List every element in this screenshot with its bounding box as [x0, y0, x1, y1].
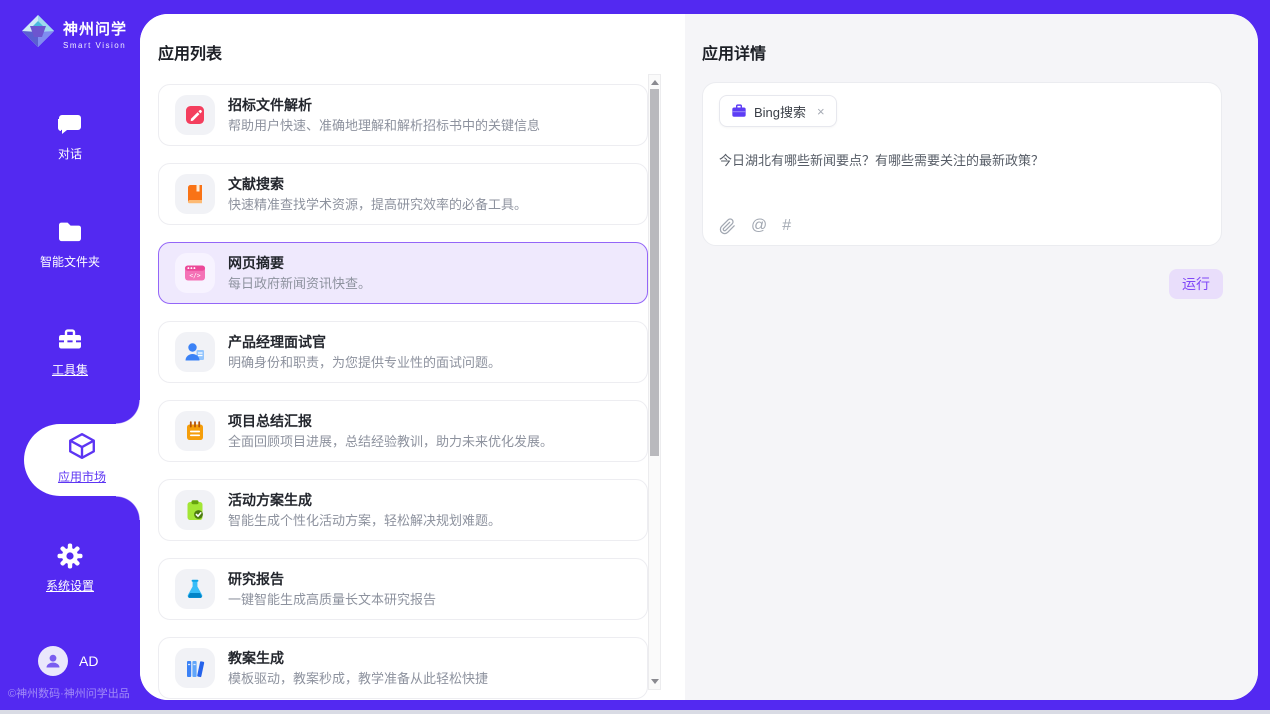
books-icon	[175, 648, 215, 688]
app-card-desc: 帮助用户快速、准确地理解和解析招标书中的关键信息	[228, 118, 540, 134]
app-card-project-summary[interactable]: 项目总结汇报 全面回顾项目进展，总结经验教训，助力未来优化发展。	[158, 400, 648, 462]
scroll-down-icon[interactable]	[651, 679, 659, 684]
app-card-desc: 模板驱动，教案秒成，教学准备从此轻松快捷	[228, 671, 488, 687]
research-icon	[175, 569, 215, 609]
app-card-event-plan[interactable]: 活动方案生成 智能生成个性化活动方案，轻松解决规划难题。	[158, 479, 648, 541]
app-card-title: 项目总结汇报	[228, 413, 553, 430]
user-label: AD	[79, 653, 98, 669]
doc-edit-icon	[175, 95, 215, 135]
app-card-title: 产品经理面试官	[228, 334, 501, 351]
at-icon[interactable]: @	[751, 216, 767, 236]
browser-code-icon: </>	[175, 253, 215, 293]
avatar	[38, 646, 68, 676]
sidebar-item-toolset[interactable]: 工具集	[0, 326, 140, 378]
app-list-title: 应用列表	[158, 40, 222, 64]
gear-icon	[0, 542, 140, 572]
sidebar-item-app-market[interactable]: 应用市场	[24, 424, 140, 496]
toolbox-icon	[0, 326, 140, 356]
run-button[interactable]: 运行	[1169, 269, 1223, 299]
app-card-desc: 快速精准查找学术资源，提高研究效率的必备工具。	[228, 197, 527, 213]
brand-name: 神州问学	[63, 18, 127, 39]
composer-toolbar: @ #	[719, 216, 791, 236]
app-card-title: 网页摘要	[228, 255, 371, 272]
sidebar-item-label: 对话	[0, 145, 140, 162]
app-card-desc: 每日政府新闻资讯快查。	[228, 276, 371, 292]
brand: 神州问学 Smart Vision	[20, 13, 127, 54]
app-detail-panel: 应用详情 Bing搜索 × 今日湖北有哪些新闻要点？有哪些需要关注的最新政策？	[685, 14, 1258, 700]
app-detail-title: 应用详情	[702, 40, 766, 64]
app-card-lesson-plan[interactable]: 教案生成 模板驱动，教案秒成，教学准备从此轻松快捷	[158, 637, 648, 699]
notepad-icon	[175, 411, 215, 451]
user-account[interactable]: AD	[38, 646, 98, 676]
copyright-text: ©神州数码·神州问学出品	[8, 685, 130, 701]
scrollbar[interactable]	[648, 74, 661, 690]
folder-icon	[0, 218, 140, 248]
app-card-desc: 智能生成个性化活动方案，轻松解决规划难题。	[228, 513, 501, 529]
hash-icon[interactable]: #	[782, 216, 791, 236]
app-card-desc: 全面回顾项目进展，总结经验教训，助力未来优化发展。	[228, 434, 553, 450]
sidebar-item-chat[interactable]: 对话	[0, 110, 140, 162]
app-card-pm-interviewer[interactable]: 产品经理面试官 明确身份和职责，为您提供专业性的面试问题。	[158, 321, 648, 383]
briefcase-icon	[731, 103, 747, 119]
sidebar: 神州问学 Smart Vision 对话 智能文件夹	[0, 0, 140, 714]
close-icon[interactable]: ×	[817, 104, 825, 119]
sidebar-item-label: 系统设置	[0, 577, 140, 594]
tool-chip-bing-search[interactable]: Bing搜索 ×	[719, 95, 837, 127]
sidebar-item-smart-folder[interactable]: 智能文件夹	[0, 218, 140, 270]
app-card-research-report[interactable]: 研究报告 一键智能生成高质量长文本研究报告	[158, 558, 648, 620]
bubble-fillet-bottom	[116, 496, 140, 520]
brand-subtitle: Smart Vision	[63, 41, 127, 50]
prompt-input-card[interactable]: Bing搜索 × 今日湖北有哪些新闻要点？有哪些需要关注的最新政策？ @ #	[702, 82, 1222, 246]
app-card-title: 研究报告	[228, 571, 436, 588]
paperclip-icon[interactable]	[719, 218, 736, 235]
app-card-title: 文献搜索	[228, 176, 527, 193]
clipboard-check-icon	[175, 490, 215, 530]
scroll-up-icon[interactable]	[651, 80, 659, 85]
interviewer-icon	[175, 332, 215, 372]
app-window: 神州问学 Smart Vision 对话 智能文件夹	[0, 0, 1270, 714]
main-container: 应用列表 招标文件解析 帮助用户快速、准确地理解和解析招标书中的关键信息	[140, 14, 1258, 700]
query-text[interactable]: 今日湖北有哪些新闻要点？有哪些需要关注的最新政策？	[719, 152, 1205, 170]
user-icon	[44, 652, 62, 670]
sidebar-item-label: 智能文件夹	[0, 253, 140, 270]
app-list-panel: 应用列表 招标文件解析 帮助用户快速、准确地理解和解析招标书中的关键信息	[140, 14, 685, 700]
book-icon	[175, 174, 215, 214]
tool-chip-label: Bing搜索	[754, 102, 806, 121]
app-card-title: 招标文件解析	[228, 97, 540, 114]
cube-icon	[67, 448, 97, 465]
app-card-desc: 明确身份和职责，为您提供专业性的面试问题。	[228, 355, 501, 371]
chat-icon	[0, 110, 140, 140]
app-card-bid-doc-parse[interactable]: 招标文件解析 帮助用户快速、准确地理解和解析招标书中的关键信息	[158, 84, 648, 146]
scrollbar-thumb[interactable]	[650, 89, 659, 456]
sidebar-item-label: 工具集	[0, 361, 140, 378]
svg-text:</>: </>	[189, 273, 200, 280]
brand-logo-icon	[20, 13, 56, 54]
window-bottom-edge	[0, 710, 1270, 714]
app-card-title: 活动方案生成	[228, 492, 501, 509]
bubble-fillet-top	[116, 400, 140, 424]
sidebar-item-settings[interactable]: 系统设置	[0, 542, 140, 594]
app-card-web-summary[interactable]: </> 网页摘要 每日政府新闻资讯快查。	[158, 242, 648, 304]
sidebar-item-label: 应用市场	[24, 468, 140, 485]
app-card-list: 招标文件解析 帮助用户快速、准确地理解和解析招标书中的关键信息 文献搜索	[158, 84, 648, 700]
app-card-literature-search[interactable]: 文献搜索 快速精准查找学术资源，提高研究效率的必备工具。	[158, 163, 648, 225]
app-card-title: 教案生成	[228, 650, 488, 667]
app-card-desc: 一键智能生成高质量长文本研究报告	[228, 592, 436, 608]
